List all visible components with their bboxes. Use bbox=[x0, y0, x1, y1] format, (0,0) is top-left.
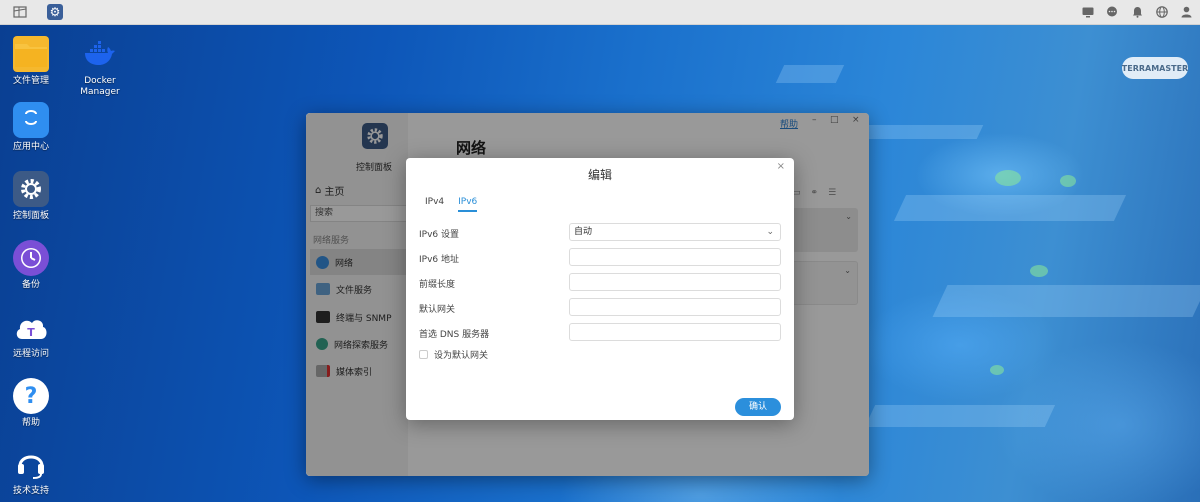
desktop-icon-label: 远程访问 bbox=[12, 349, 49, 359]
desktop-icon-label: 技术支持 bbox=[12, 486, 49, 496]
edit-dialog: 编辑 × IPv4 IPv6 IPv6 设置 自动 ⌄ IPv6 地址 前缀长度… bbox=[406, 158, 794, 420]
globe-icon[interactable] bbox=[1154, 4, 1170, 20]
desktop-icon-backup[interactable]: 备份 bbox=[0, 240, 63, 291]
headset-icon bbox=[13, 446, 49, 482]
tab-bar: IPv4 IPv6 bbox=[425, 197, 478, 212]
desktop-icon-remote-access[interactable]: T 远程访问 bbox=[0, 309, 63, 360]
ipv6-address-input[interactable] bbox=[569, 248, 781, 266]
preferred-dns-input[interactable] bbox=[569, 323, 781, 341]
desktop-icon-label: 备份 bbox=[21, 280, 40, 290]
terramaster-logo: TERRAMASTER bbox=[1122, 57, 1188, 79]
monitor-icon[interactable] bbox=[1080, 4, 1096, 20]
set-default-gateway-checkbox[interactable]: 设为默认网关 bbox=[419, 348, 488, 361]
tab-ipv4[interactable]: IPv4 bbox=[425, 197, 444, 212]
ipv6-setting-label: IPv6 设置 bbox=[419, 230, 459, 240]
tab-ipv6[interactable]: IPv6 bbox=[458, 197, 478, 212]
desktop-icon-app-center[interactable]: 应用中心 bbox=[0, 102, 63, 153]
clock-icon bbox=[13, 240, 49, 276]
desktop-icon-label: 应用中心 bbox=[12, 142, 49, 152]
brand-logo-text: TERRAMASTER bbox=[1121, 63, 1189, 73]
ipv6-setting-select[interactable]: 自动 ⌄ bbox=[569, 223, 781, 241]
prefix-length-label: 前缀长度 bbox=[419, 280, 456, 290]
close-icon[interactable]: × bbox=[777, 161, 785, 172]
desktop-icon-label: Docker Manager bbox=[80, 76, 120, 97]
desktop-icon-help[interactable]: ? 帮助 bbox=[0, 378, 63, 429]
checkbox-label: 设为默认网关 bbox=[434, 351, 489, 361]
prefix-length-input[interactable] bbox=[569, 273, 781, 291]
resize-handle[interactable]: ◢ bbox=[860, 465, 867, 475]
dialog-title: 编辑 bbox=[587, 168, 612, 182]
docker-icon bbox=[82, 36, 118, 72]
desktop-icon-file-manager[interactable]: 文件管理 bbox=[0, 36, 63, 87]
chevron-down-icon: ⌄ bbox=[766, 227, 774, 237]
default-gateway-input[interactable] bbox=[569, 298, 781, 316]
svg-text:T: T bbox=[27, 326, 35, 339]
confirm-button[interactable]: 确认 bbox=[735, 398, 781, 416]
preferred-dns-label: 首选 DNS 服务器 bbox=[419, 330, 490, 340]
user-icon[interactable] bbox=[1178, 4, 1194, 20]
desktop-icon-tech-support[interactable]: 技术支持 bbox=[0, 446, 63, 497]
chat-icon[interactable] bbox=[1104, 4, 1120, 20]
desktop-icon-label: 帮助 bbox=[21, 418, 40, 428]
bell-icon[interactable] bbox=[1129, 4, 1145, 20]
checkbox-box[interactable] bbox=[419, 350, 428, 359]
desktop-icon-control-panel[interactable]: 控制面板 bbox=[0, 171, 63, 222]
ipv6-setting-value: 自动 bbox=[574, 227, 593, 237]
control-panel-icon[interactable]: ⚙ bbox=[47, 4, 63, 20]
cloud-icon: T bbox=[13, 309, 49, 345]
desktop-icon-docker-manager[interactable]: Docker Manager bbox=[68, 36, 132, 98]
ipv6-address-label: IPv6 地址 bbox=[419, 255, 459, 265]
gear-icon bbox=[13, 171, 49, 207]
window-icon[interactable] bbox=[12, 4, 28, 20]
desktop-icon-label: 控制面板 bbox=[12, 211, 49, 221]
question-icon: ? bbox=[13, 378, 49, 414]
taskbar: ⚙ bbox=[0, 0, 1200, 25]
folder-icon bbox=[13, 36, 49, 72]
shopping-bag-icon bbox=[13, 102, 49, 138]
default-gateway-label: 默认网关 bbox=[419, 305, 456, 315]
desktop-icon-label: 文件管理 bbox=[12, 76, 49, 86]
